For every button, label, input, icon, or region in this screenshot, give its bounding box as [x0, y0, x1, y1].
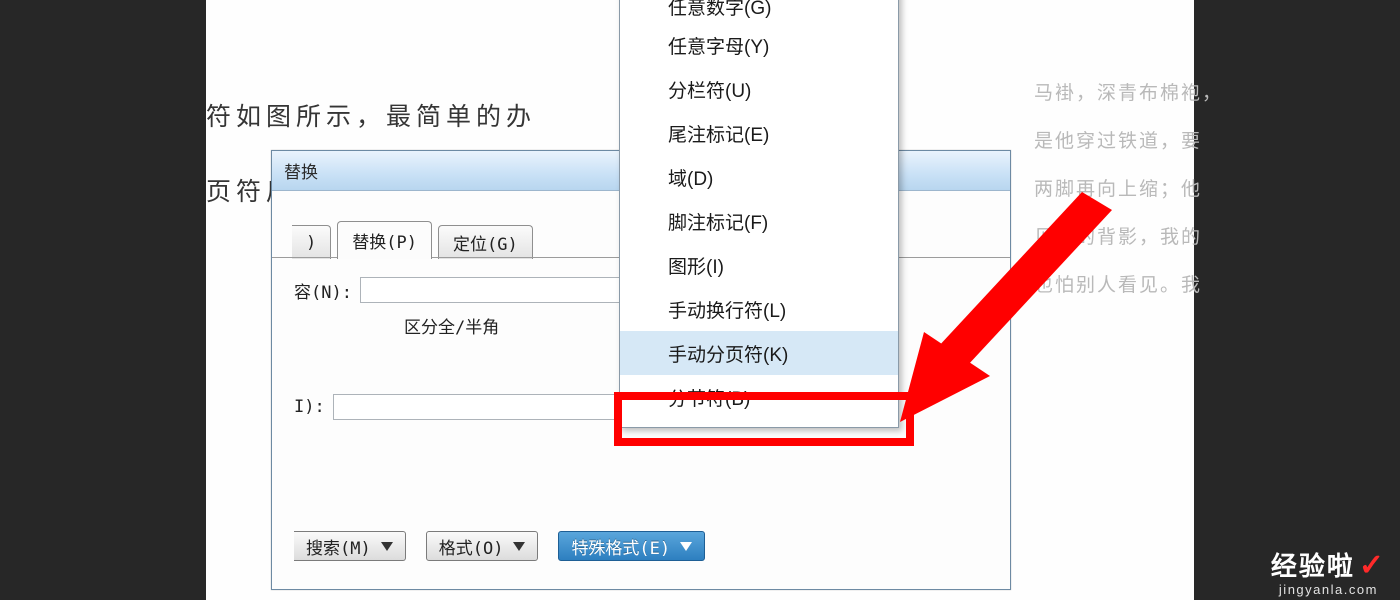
article-line-1: 符如图所示，最简单的办 [206, 103, 536, 131]
menu-item-field[interactable]: 域(D) [620, 155, 898, 199]
menu-item-any-letter[interactable]: 任意字母(Y) [620, 23, 898, 67]
chevron-down-icon [680, 536, 692, 556]
tab-find[interactable]: ) [292, 225, 331, 259]
watermark-subtitle: jingyanla.com [1271, 583, 1386, 596]
menu-item-graphic[interactable]: 图形(I) [620, 243, 898, 287]
special-format-menu: 任意数字(G) 任意字母(Y) 分栏符(U) 尾注标记(E) 域(D) 脚注标记… [619, 0, 899, 428]
menu-item-any-digit[interactable]: 任意数字(G) [620, 0, 898, 23]
tab-goto[interactable]: 定位(G) [438, 225, 533, 259]
chevron-down-icon [513, 536, 525, 556]
checkmark-icon: ✓ [1359, 551, 1386, 581]
screenshot-area: 符如图所示，最简单的办 页符后面一行。 马褂，深青布棉袍， 是他穿过铁道，要 两… [206, 0, 1194, 600]
watermark-title: 经验啦 ✓ [1271, 551, 1386, 581]
watermark: 经验啦 ✓ jingyanla.com [1271, 551, 1386, 596]
search-direction-button[interactable]: 搜索(M) [294, 531, 406, 561]
background-text: 马褂，深青布棉袍， 是他穿过铁道，要 两脚再向上缩；他 见他的背影，我的 也怕别… [1034, 70, 1354, 310]
format-button[interactable]: 格式(O) [426, 531, 539, 561]
menu-item-manual-line-break[interactable]: 手动换行符(L) [620, 287, 898, 331]
chevron-down-icon [381, 536, 393, 556]
find-content-label: 容(N): [294, 278, 352, 303]
replace-with-label: I): [294, 397, 325, 417]
left-letterbox [0, 0, 206, 600]
tab-replace[interactable]: 替换(P) [337, 221, 432, 259]
menu-item-endnote-mark[interactable]: 尾注标记(E) [620, 111, 898, 155]
dialog-title: 替换 [284, 158, 318, 183]
dialog-tabs: ) 替换(P) 定位(G) [292, 219, 539, 259]
menu-item-manual-page-break[interactable]: 手动分页符(K) [620, 331, 898, 375]
menu-item-footnote-mark[interactable]: 脚注标记(F) [620, 199, 898, 243]
special-format-button[interactable]: 特殊格式(E) [558, 531, 705, 561]
dialog-button-row: 搜索(M) 格式(O) 特殊格式(E) [294, 531, 705, 561]
menu-item-column-break[interactable]: 分栏符(U) [620, 67, 898, 111]
menu-item-section-break[interactable]: 分节符(B) [620, 375, 898, 419]
